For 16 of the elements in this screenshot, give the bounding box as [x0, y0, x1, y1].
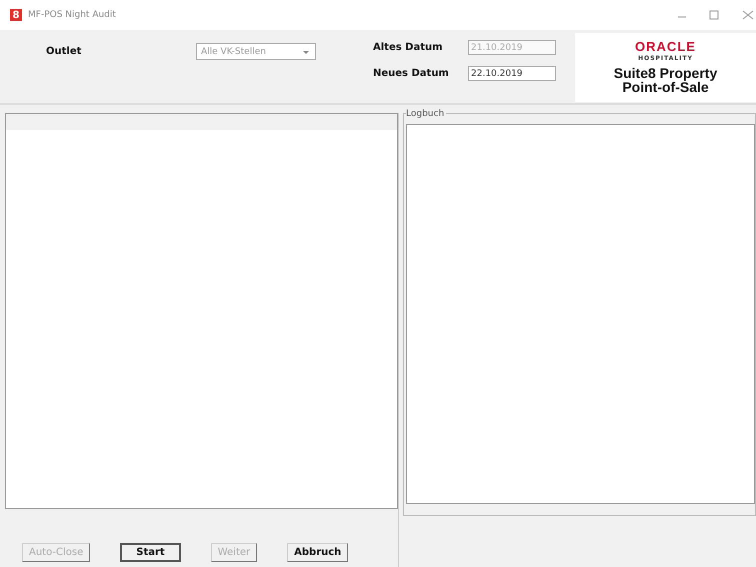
outlet-dropdown[interactable]: Alle VK-Stellen: [196, 43, 316, 60]
maximize-icon[interactable]: [708, 9, 720, 21]
new-date-field[interactable]: 22.10.2019: [468, 66, 556, 81]
old-date-field[interactable]: 21.10.2019: [468, 40, 556, 55]
new-date-label: Neues Datum: [373, 68, 450, 79]
close-icon[interactable]: [740, 9, 756, 21]
action-button[interactable]: Start: [120, 543, 181, 562]
action-button[interactable]: Abbruch: [287, 543, 348, 562]
app-icon: 8: [10, 9, 22, 21]
product-name: Point-of-Sale: [622, 80, 709, 96]
brand-logo: ORACLE: [635, 40, 696, 54]
old-date-label: Altes Datum: [373, 42, 444, 53]
outlet-label: Outlet: [46, 46, 82, 57]
product-name: Suite8 Property: [614, 66, 718, 80]
window-title: MF-POS Night Audit: [28, 10, 116, 20]
log-group-title: Logbuch: [406, 109, 446, 119]
